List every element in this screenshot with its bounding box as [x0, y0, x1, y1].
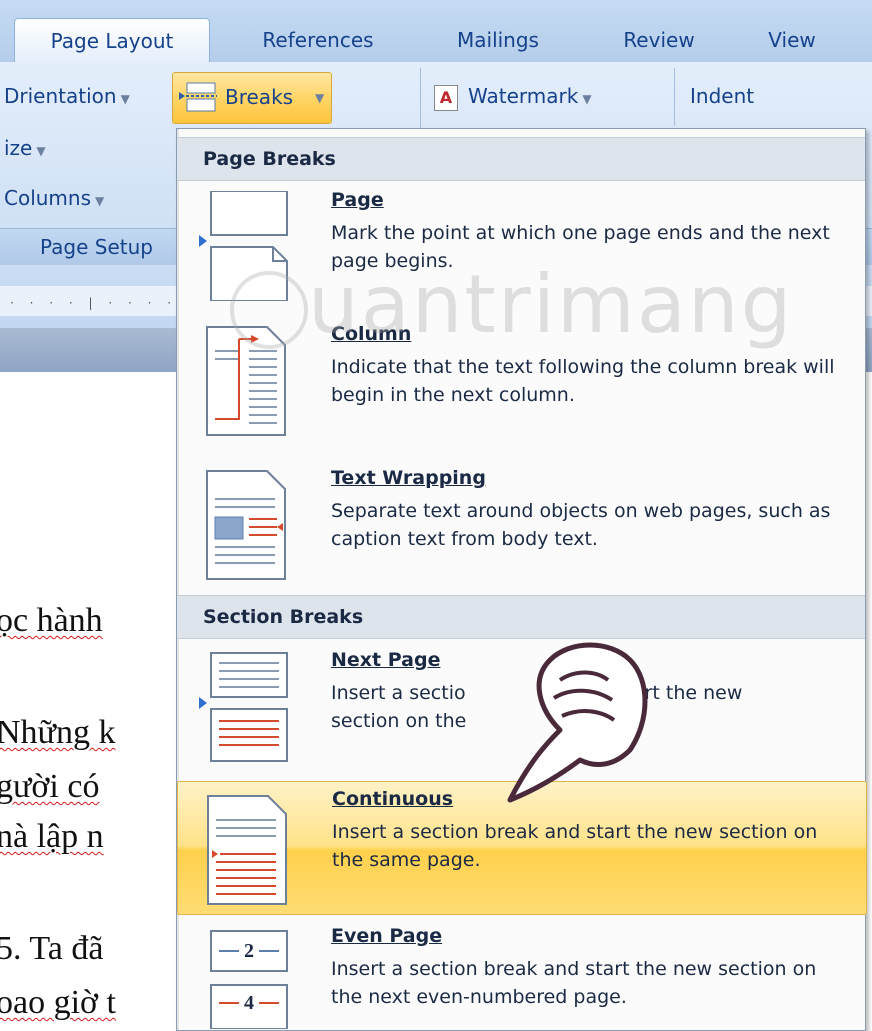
text-wrapping-icon — [206, 470, 286, 580]
watermark-icon: A — [434, 84, 458, 111]
menu-item-description: Separate text around objects on web page… — [331, 500, 831, 550]
menu-item-title: Text Wrapping — [331, 467, 486, 489]
size-button[interactable]: ize ▼ — [4, 136, 46, 160]
menu-item-description: Insert a section break and start the new… — [332, 821, 818, 871]
section-breaks-header: Section Breaks — [177, 595, 865, 639]
menu-item-title: Even Page — [331, 925, 443, 947]
page-breaks-header: Page Breaks — [177, 137, 865, 181]
document-line: ọc hành — [0, 602, 103, 639]
size-label: ize — [4, 136, 33, 160]
watermark-label: Watermark — [468, 84, 579, 108]
columns-button[interactable]: Columns ▼ — [4, 186, 104, 210]
document-line: oao giờ t — [0, 984, 116, 1021]
menu-item-title: Continuous — [332, 788, 454, 810]
svg-text:2: 2 — [244, 940, 254, 962]
even-page-break-icon: 2 4 — [210, 930, 288, 1029]
chevron-down-icon: ▼ — [95, 194, 105, 208]
chevron-down-icon: ▼ — [120, 92, 130, 106]
tab-mailings[interactable]: Mailings — [430, 18, 566, 62]
document-line: gười có — [0, 768, 100, 805]
ruler-ticks: · · · · | · · · · — [10, 296, 178, 310]
menu-item-title: Page — [331, 189, 384, 211]
watermark-button[interactable]: A Watermark ▼ — [434, 84, 592, 111]
document-line: nà lập n — [0, 818, 104, 855]
hand-pointer-icon — [507, 642, 648, 803]
indent-label: Indent — [690, 84, 755, 108]
group-label-page-setup: Page Setup — [40, 235, 153, 259]
menu-item-title: Next Page — [331, 649, 441, 671]
page-break-icon — [179, 82, 217, 112]
continuous-break-icon — [207, 795, 287, 905]
breaks-label: Breaks — [225, 85, 294, 109]
menu-item-description: Indicate that the text following the col… — [331, 356, 835, 406]
menu-item-even-page[interactable]: 2 4 Even Page Insert a section break and… — [177, 921, 865, 1030]
next-page-break-icon — [199, 652, 288, 762]
document-line: 5. Ta đã — [0, 930, 104, 967]
orientation-label: Drientation — [4, 84, 117, 108]
chevron-down-icon: ▼ — [36, 144, 46, 158]
tab-references[interactable]: References — [230, 18, 406, 62]
breaks-button[interactable]: Breaks ▼ — [172, 72, 332, 124]
document-line: Những k — [0, 714, 116, 751]
chevron-down-icon: ▼ — [582, 92, 592, 106]
watermark-logo: uantrimang — [230, 258, 793, 351]
tab-page-layout[interactable]: Page Layout — [14, 18, 210, 63]
menu-item-description: Insert a section break and start the new… — [331, 958, 817, 1008]
ribbon-separator — [674, 68, 675, 126]
columns-label: Columns — [4, 186, 92, 210]
menu-item-text-wrapping[interactable]: Text Wrapping Separate text around objec… — [177, 459, 865, 595]
orientation-button[interactable]: Drientation ▼ — [4, 84, 130, 108]
tab-view[interactable]: View — [742, 18, 842, 62]
svg-text:4: 4 — [244, 992, 254, 1014]
tab-review[interactable]: Review — [604, 18, 714, 62]
chevron-down-icon: ▼ — [315, 91, 325, 105]
ribbon-tab-bar: Page Layout References Mailings Review V… — [0, 0, 872, 63]
